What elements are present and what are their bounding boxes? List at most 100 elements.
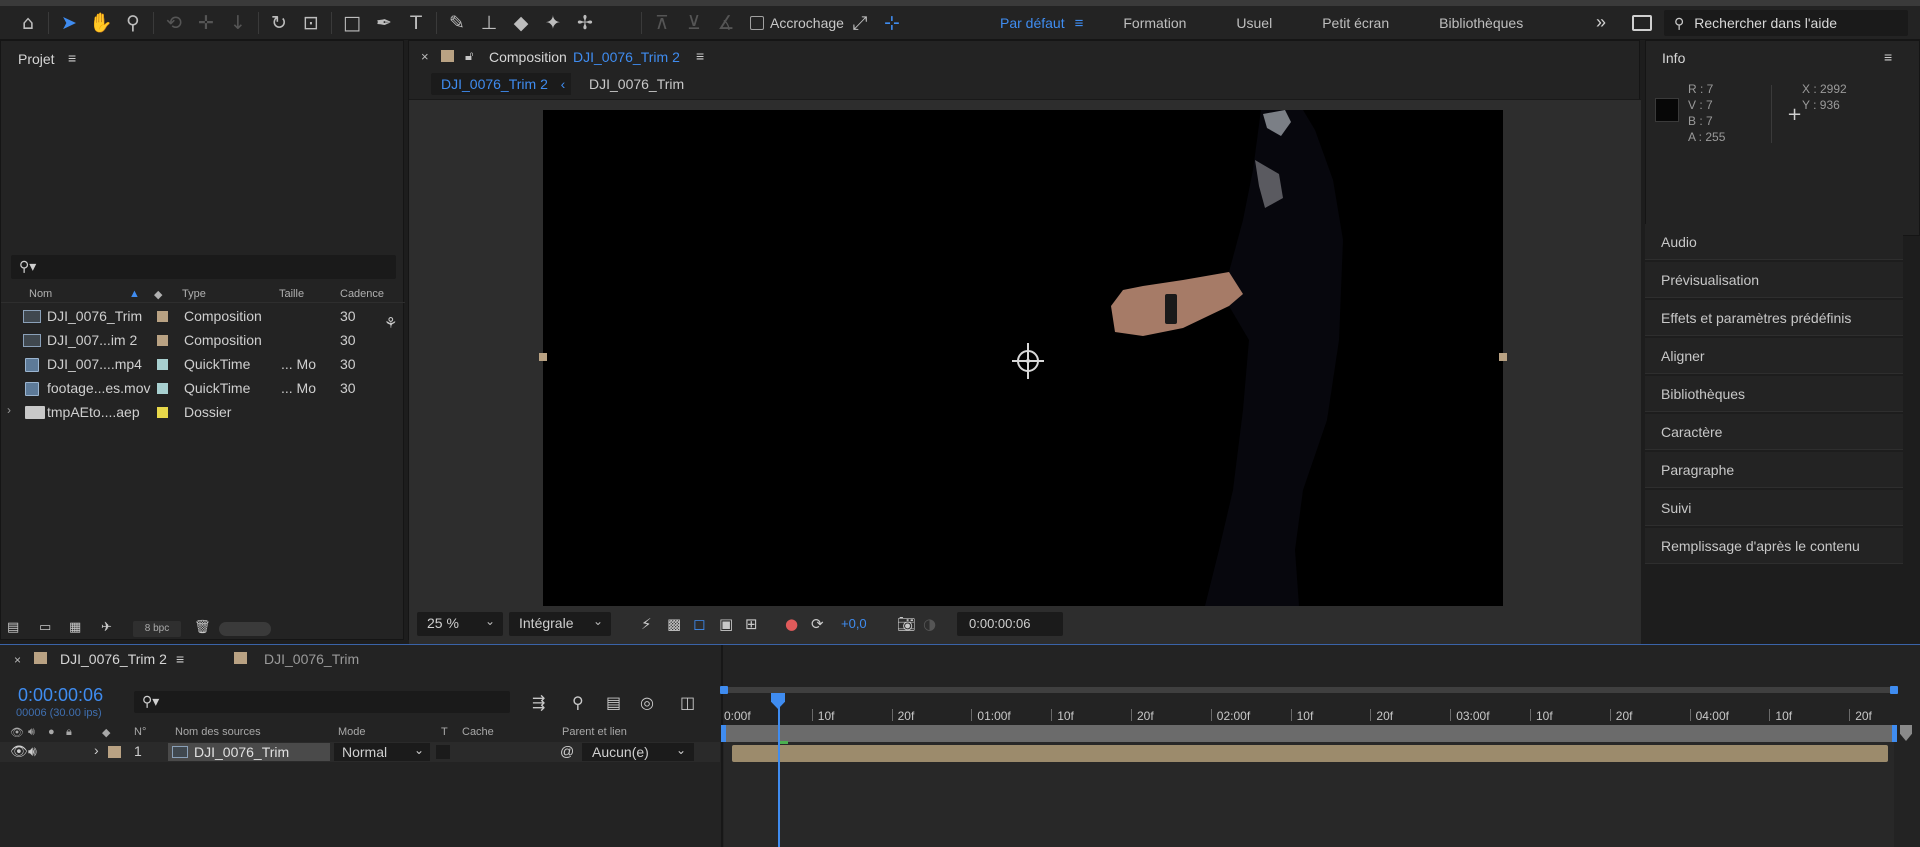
world-axis-icon[interactable]: ⊻ (678, 8, 710, 38)
label-column-icon[interactable]: ◆ (102, 726, 110, 739)
resolution-dropdown[interactable]: Intégrale ⌄ (509, 612, 611, 636)
lock-icon[interactable]: 🔒︎ (66, 726, 72, 739)
snapshot-camera-icon[interactable]: 📷︎ (897, 615, 916, 633)
layer-list-empty-area[interactable] (0, 763, 720, 847)
breadcrumb-arrow-icon[interactable]: ‹ (555, 73, 571, 95)
close-icon[interactable]: × (14, 653, 21, 667)
pan-behind-tool-icon[interactable]: ⊡ (295, 8, 327, 38)
clone-stamp-icon[interactable]: ⊥ (473, 8, 505, 38)
mask-path-icon[interactable]: ◻ (693, 615, 705, 633)
panel-tracker[interactable]: Suivi (1645, 490, 1903, 526)
workspace-libraries[interactable]: Bibliothèques (1439, 15, 1523, 31)
panel-preview[interactable]: Prévisualisation (1645, 262, 1903, 298)
project-item[interactable]: DJI_007....mp4 QuickTime ... Mo 30 (1, 352, 386, 376)
project-panel-menu-icon[interactable]: ≡ (68, 50, 76, 66)
audio-icon[interactable]: 🔊︎ (28, 743, 37, 760)
info-panel-title[interactable]: Info (1662, 50, 1685, 66)
dolly-camera-icon[interactable]: ↓ (222, 8, 254, 38)
project-item[interactable]: DJI_007...im 2 Composition 30 (1, 328, 386, 352)
eraser-tool-icon[interactable]: ◆ (505, 8, 537, 38)
panel-align[interactable]: Aligner (1645, 338, 1903, 374)
project-search-input[interactable]: ⚲▾ (11, 255, 396, 279)
view-axis-icon[interactable]: ∡ (710, 8, 742, 38)
panel-effects-presets[interactable]: Effets et paramètres prédéfinis (1645, 300, 1903, 336)
project-scroll-pill[interactable] (219, 622, 271, 636)
label-swatch[interactable] (157, 383, 168, 394)
comp-end-marker[interactable] (1900, 725, 1912, 741)
label-column-icon[interactable]: ◆ (154, 288, 162, 301)
viewer-timecode[interactable]: 0:00:00:06 (957, 612, 1063, 636)
navigator-bar[interactable] (720, 686, 1898, 694)
layer-label-swatch[interactable] (108, 746, 121, 758)
panel-audio[interactable]: Audio (1645, 224, 1903, 260)
snapping-checkbox[interactable] (750, 15, 764, 30)
exposure-value[interactable]: +0,0 (841, 616, 867, 631)
panel-content-aware-fill[interactable]: Remplissage d'après le contenu (1645, 528, 1903, 564)
snap-edges-icon[interactable]: ⤢ (844, 8, 876, 38)
zoom-dropdown[interactable]: 25 % ⌄ (417, 612, 503, 636)
composition-tab[interactable]: × 🔓︎ Composition DJI_0076_Trim 2 ≡ (409, 41, 1641, 71)
workspace-panel-icon[interactable] (1632, 15, 1652, 31)
panel-libraries[interactable]: Bibliothèques (1645, 376, 1903, 412)
puppet-pin-icon[interactable]: ✢ (569, 8, 601, 38)
viewer-area[interactable] (409, 99, 1641, 651)
new-composition-icon[interactable]: ▦ (69, 619, 81, 635)
layer-duration-bar[interactable] (732, 745, 1888, 762)
timeline-splitter[interactable] (721, 645, 723, 847)
tab-composition[interactable]: DJI_0076_Trim (264, 651, 359, 667)
project-item[interactable]: DJI_0076_Trim Composition 30 (1, 304, 386, 328)
orbit-camera-icon[interactable]: ⟲ (158, 8, 190, 38)
column-type[interactable]: Type (182, 288, 206, 300)
shy-layers-icon[interactable]: ⚲ (572, 693, 584, 712)
frame-blending-icon[interactable]: ▤ (606, 693, 621, 712)
rectangle-tool-icon[interactable]: □ (336, 8, 368, 38)
snap-grid-icon[interactable]: ⊹ (876, 8, 908, 38)
label-swatch[interactable] (157, 407, 168, 418)
sort-ascending-icon[interactable]: ▲ (129, 288, 140, 300)
column-rate[interactable]: Cadence (340, 288, 384, 300)
playhead-line[interactable] (778, 695, 780, 847)
close-icon[interactable]: × (421, 49, 429, 64)
region-of-interest-icon[interactable]: ▣ (719, 615, 733, 633)
composition-frame[interactable] (543, 110, 1503, 606)
breadcrumb-parent[interactable]: DJI_0076_Trim (589, 76, 684, 92)
time-ruler[interactable]: 0:00f 10f 20f 01:00f 10f 20f 02:00f 10f 20f 03:00… (720, 681, 1898, 723)
rotation-tool-icon[interactable]: ↻ (263, 8, 295, 38)
video-visibility-icon[interactable]: 👁︎ (10, 743, 28, 760)
expand-chevron-icon[interactable]: › (94, 742, 99, 758)
expand-chevron-icon[interactable]: › (7, 403, 11, 417)
workspace-usuel[interactable]: Usuel (1236, 15, 1272, 31)
more-workspaces-icon[interactable]: » (1596, 12, 1606, 33)
layer-row[interactable]: 👁︎ 🔊︎ › 1 DJI_0076_Trim Normal ⌄ @ Aucun… (0, 742, 720, 762)
show-snapshot-icon[interactable]: ◑ (923, 615, 936, 633)
interpret-footage-icon[interactable]: ▤ (7, 619, 19, 635)
layer-name[interactable]: DJI_0076_Trim (168, 743, 330, 761)
composition-menu-icon[interactable]: ≡ (696, 48, 704, 64)
timeline-menu-icon[interactable]: ≡ (176, 651, 184, 667)
trash-icon[interactable]: 🗑 (194, 619, 211, 635)
work-area-bar[interactable] (721, 725, 1897, 742)
selection-tool-icon[interactable]: ➤ (53, 8, 85, 38)
adjust-project-icon[interactable]: ✈ (101, 619, 112, 635)
blend-mode-dropdown[interactable]: Normal ⌄ (334, 743, 430, 761)
project-item[interactable]: › tmpAEto....aep Dossier (1, 400, 386, 424)
column-name[interactable]: Nom (29, 288, 52, 300)
bit-depth-button[interactable]: 8 bpc (133, 621, 181, 637)
audio-icon[interactable]: 🔊︎ (28, 726, 35, 739)
local-axis-icon[interactable]: ⊼ (646, 8, 678, 38)
project-panel-title[interactable]: Projet (18, 51, 55, 67)
video-visibility-icon[interactable]: 👁︎ (10, 726, 24, 739)
hand-tool-icon[interactable]: ✋ (85, 8, 117, 38)
pan-camera-icon[interactable]: ✛ (190, 8, 222, 38)
type-tool-icon[interactable]: T (400, 8, 432, 38)
label-swatch[interactable] (157, 359, 168, 370)
label-swatch[interactable] (157, 335, 168, 346)
graph-editor-icon[interactable]: ◫ (680, 693, 695, 712)
layer-handle-right[interactable] (1499, 353, 1507, 361)
workspace-formation[interactable]: Formation (1123, 15, 1186, 31)
parent-dropdown[interactable]: Aucun(e) ⌄ (582, 743, 694, 761)
motion-blur-icon[interactable]: ◎ (640, 693, 654, 712)
column-source-name[interactable]: Nom des sources (175, 726, 261, 738)
snapping-toggle[interactable]: Accrochage (750, 15, 844, 31)
help-search-input[interactable]: ⚲ Rechercher dans l'aide (1664, 10, 1908, 36)
